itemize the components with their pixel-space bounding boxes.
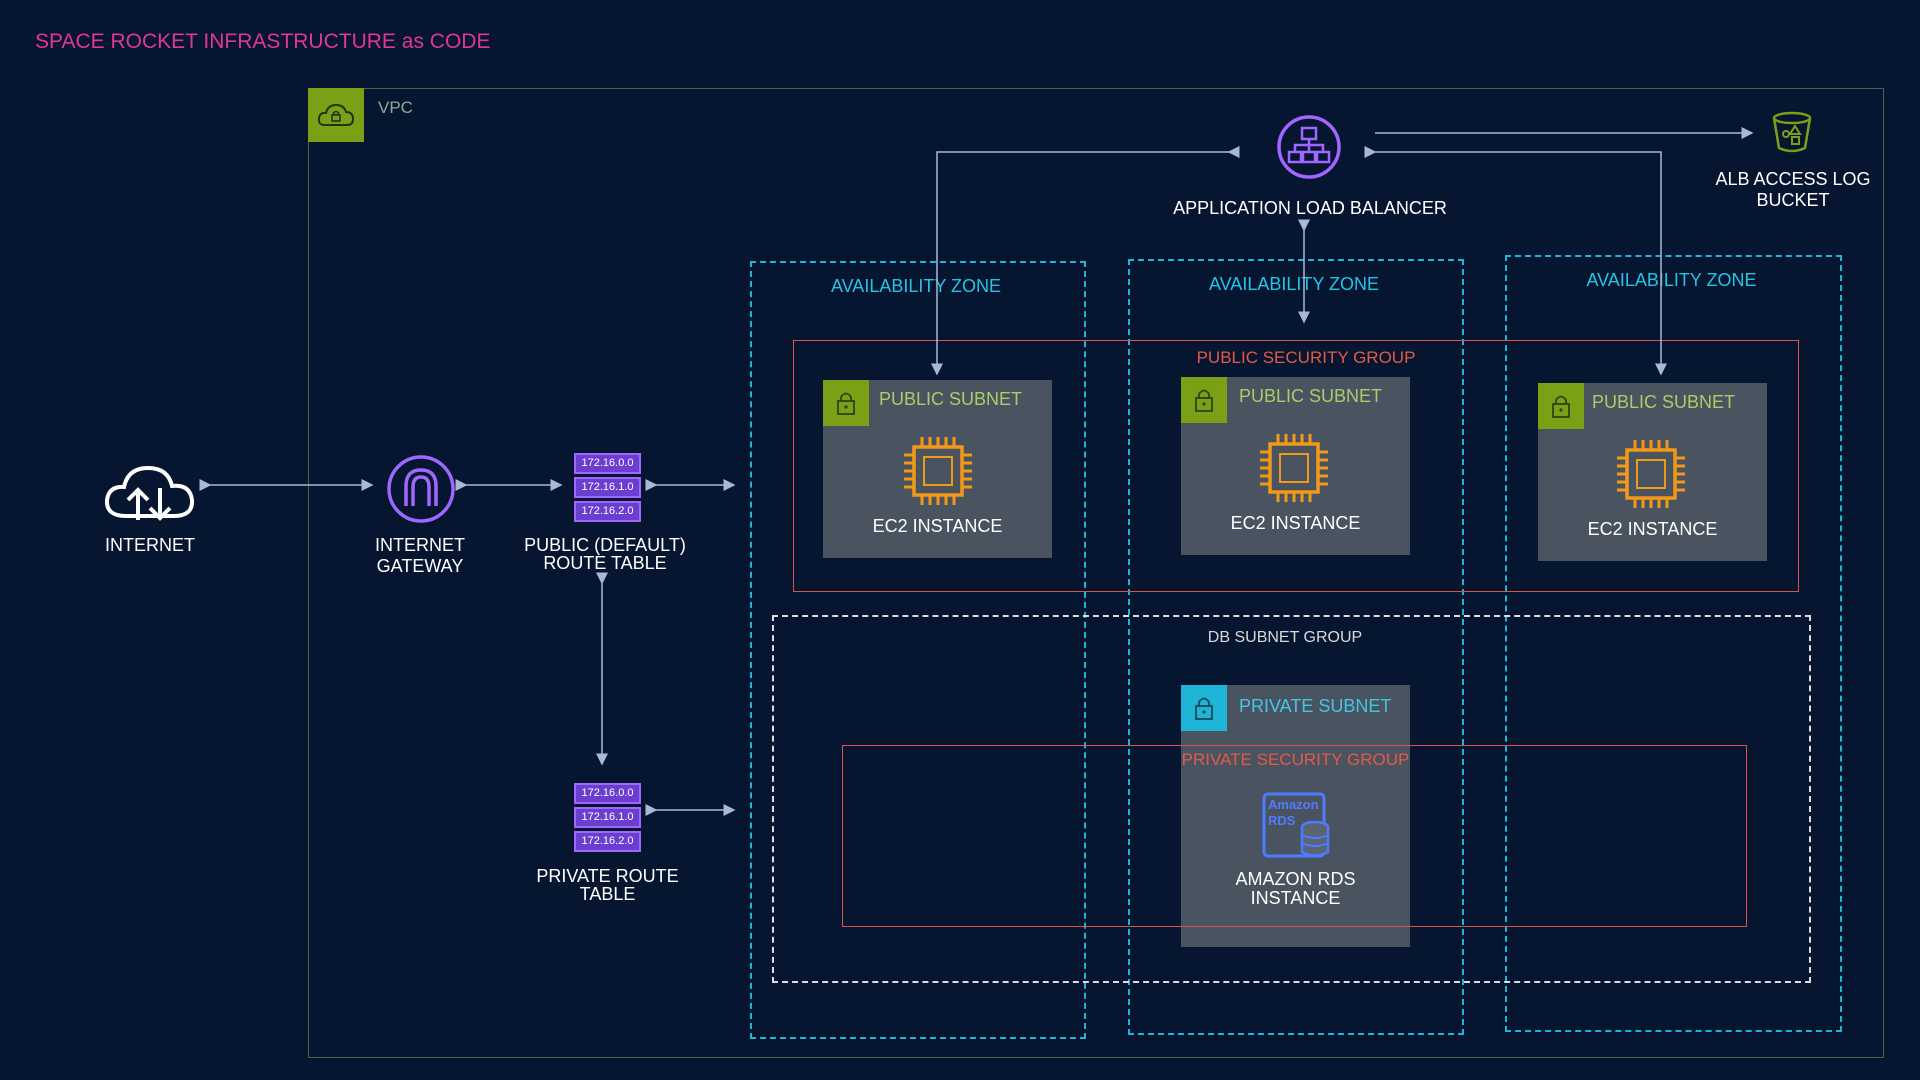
arrow-alb-subnet-3	[1364, 146, 1667, 376]
connector-lines	[199, 127, 1754, 816]
arrow-alb-subnet-1	[931, 146, 1240, 376]
